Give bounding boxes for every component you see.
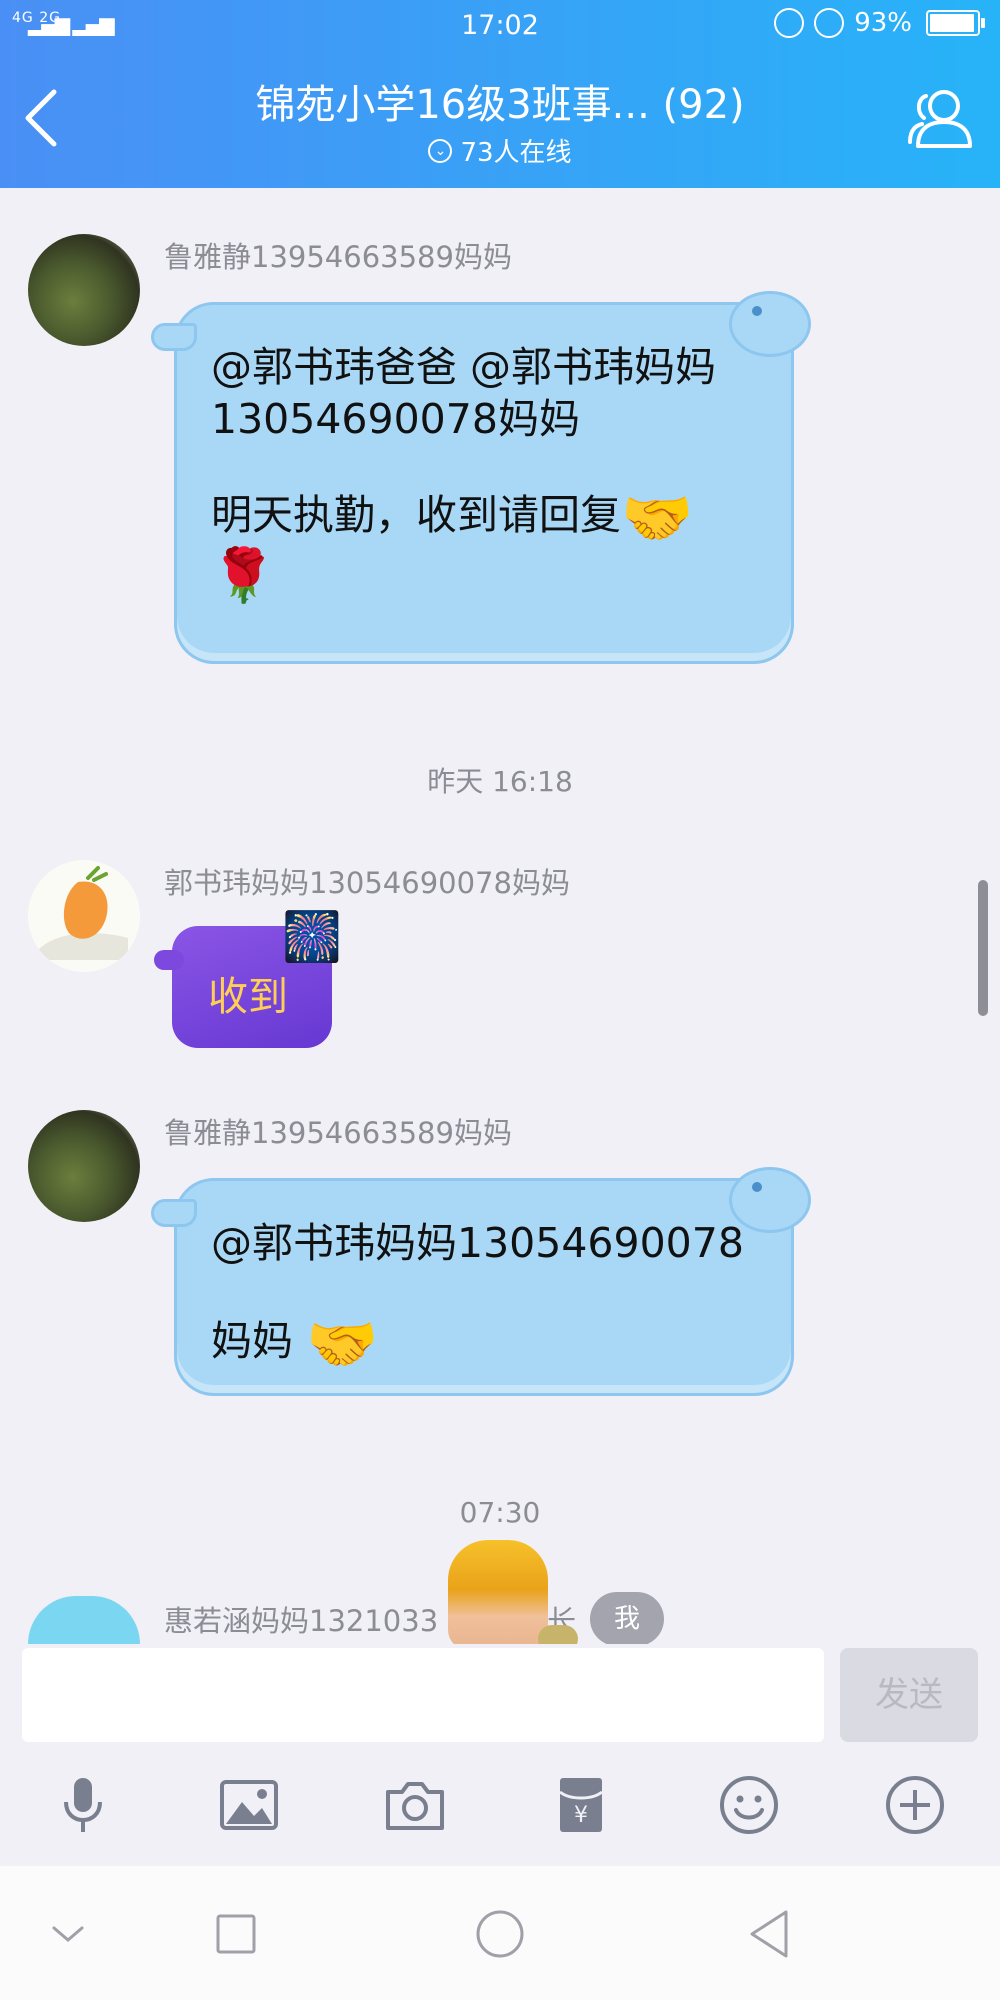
message-input[interactable]	[22, 1648, 824, 1742]
timestamp: 07:30	[459, 1496, 541, 1529]
svg-text:¥: ¥	[574, 1803, 588, 1828]
bubble-decoration	[729, 291, 811, 357]
send-button[interactable]: 发送	[840, 1648, 978, 1742]
input-bar: 发送	[0, 1644, 1000, 1746]
online-count[interactable]: ⌄ 73人在线	[0, 132, 1000, 169]
red-packet-icon[interactable]: ¥	[550, 1774, 612, 1836]
circle-icon[interactable]	[472, 1906, 528, 1962]
avatar[interactable]	[28, 234, 140, 346]
message-text: 妈妈	[211, 1317, 293, 1365]
fireworks-icon: 🎆	[282, 909, 342, 965]
rotation-lock-icon	[774, 8, 805, 38]
avatar[interactable]	[28, 1110, 140, 1222]
system-navigation-bar	[0, 1866, 1000, 2000]
sender-name: 鲁雅静13954663589妈妈	[164, 1116, 512, 1150]
status-bar: 4G 2G ▂▄▆ ▂▄▆ 17:02 93%	[0, 0, 1000, 50]
handshake-icon: 🤝	[621, 484, 694, 552]
handshake-icon: 🤝	[306, 1310, 379, 1378]
message-text: 收到	[208, 974, 288, 1020]
chevron-down-icon[interactable]	[40, 1906, 96, 1962]
bubble-decoration	[729, 1167, 811, 1233]
message-bubble[interactable]: @郭书玮妈妈13054690078 妈妈 🤝	[151, 1167, 811, 1396]
message-text: 13054690078妈妈	[211, 395, 580, 443]
timestamp: 昨天 16:18	[427, 765, 573, 798]
chat-header: 4G 2G ▂▄▆ ▂▄▆ 17:02 93% 锦苑小学16级3班事... (9…	[0, 0, 1000, 188]
avatar[interactable]	[28, 1596, 140, 1644]
microphone-icon[interactable]	[52, 1774, 114, 1836]
alarm-icon	[814, 8, 845, 38]
sender-name: 郭书玮妈妈13054690078妈妈	[164, 866, 570, 900]
online-count-label: 73人在线	[460, 138, 572, 168]
sender-name: 鲁雅静13954663589妈妈	[164, 240, 512, 274]
avatar[interactable]	[28, 860, 140, 972]
battery-percent: 93%	[854, 8, 912, 38]
emoji-icon[interactable]	[718, 1774, 780, 1836]
me-badge: 我	[590, 1592, 664, 1646]
image-icon[interactable]	[218, 1774, 280, 1836]
plus-icon[interactable]	[884, 1774, 946, 1836]
battery-icon	[926, 10, 985, 36]
message-text: @郭书玮妈妈13054690078	[211, 1219, 744, 1267]
camera-icon[interactable]	[384, 1774, 446, 1836]
sticker-image	[448, 1540, 578, 1653]
triangle-back-icon[interactable]	[742, 1906, 798, 1962]
rose-icon: 🌹	[211, 546, 276, 606]
scrollbar[interactable]	[978, 880, 988, 1016]
message-text: 明天执勤，收到请回复	[211, 491, 621, 539]
square-icon[interactable]	[208, 1906, 264, 1962]
message-text: @郭书玮爸爸 @郭书玮妈妈	[211, 343, 717, 391]
message-bubble[interactable]: @郭书玮爸爸 @郭书玮妈妈 13054690078妈妈 明天执勤，收到请回复🤝 …	[151, 291, 811, 664]
chevron-down-circle-icon: ⌄	[428, 138, 453, 163]
input-toolbar: ¥	[0, 1746, 1000, 1866]
group-members-icon[interactable]	[904, 82, 976, 154]
chat-title[interactable]: 锦苑小学16级3班事... (92)	[0, 72, 1000, 130]
